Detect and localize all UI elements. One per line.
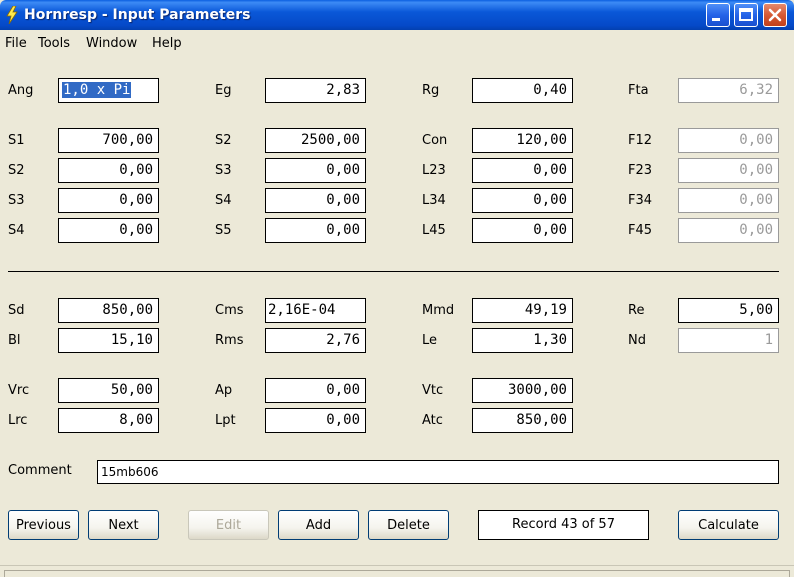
lightning-icon (6, 6, 18, 24)
ang-field[interactable]: 1,0 x Pi (58, 78, 159, 103)
label-s3-col2: S3 (215, 163, 232, 178)
atc-field[interactable]: 850,00 (472, 408, 573, 433)
calculate-button[interactable]: Calculate (678, 510, 779, 540)
minimize-icon (712, 18, 720, 21)
label-ang: Ang (8, 83, 34, 98)
label-le: Le (422, 333, 438, 348)
label-bl: Bl (8, 333, 21, 348)
s4-col2-field[interactable]: 0,00 (265, 188, 366, 213)
edit-button: Edit (188, 510, 269, 540)
rms-field[interactable]: 2,76 (265, 328, 366, 353)
label-s3: S3 (8, 193, 25, 208)
fta-field: 6,32 (678, 78, 779, 103)
menu-help[interactable]: Help (152, 36, 182, 51)
s3-field[interactable]: 0,00 (58, 188, 159, 213)
f34-field: 0,00 (678, 188, 779, 213)
label-vrc: Vrc (8, 383, 30, 398)
ang-value: 1,0 x Pi (62, 82, 132, 98)
menu-window[interactable]: Window (86, 36, 137, 51)
title-bar: Hornresp - Input Parameters (0, 0, 794, 30)
label-f34: F34 (628, 193, 653, 208)
le-field[interactable]: 1,30 (472, 328, 573, 353)
cms-field[interactable]: 2,16E-04 (265, 298, 366, 323)
label-s5: S5 (215, 223, 232, 238)
sd-field[interactable]: 850,00 (58, 298, 159, 323)
nd-field: 1 (678, 328, 779, 353)
label-l34: L34 (422, 193, 446, 208)
s3-col2-field[interactable]: 0,00 (265, 158, 366, 183)
s2-col2-field[interactable]: 2500,00 (265, 128, 366, 153)
status-bar-panel (4, 570, 790, 577)
rg-field[interactable]: 0,40 (472, 78, 573, 103)
label-rg: Rg (422, 83, 440, 98)
f45-field: 0,00 (678, 218, 779, 243)
label-f23: F23 (628, 163, 653, 178)
label-eg: Eg (215, 83, 232, 98)
label-comment: Comment (8, 463, 72, 478)
label-f45: F45 (628, 223, 653, 238)
label-rms: Rms (215, 333, 244, 348)
label-l45: L45 (422, 223, 446, 238)
vtc-field[interactable]: 3000,00 (472, 378, 573, 403)
lrc-field[interactable]: 8,00 (58, 408, 159, 433)
label-s4-col2: S4 (215, 193, 232, 208)
previous-button[interactable]: Previous (8, 510, 79, 540)
add-button[interactable]: Add (278, 510, 359, 540)
s5-field[interactable]: 0,00 (265, 218, 366, 243)
label-s4: S4 (8, 223, 25, 238)
s4-field[interactable]: 0,00 (58, 218, 159, 243)
label-cms: Cms (215, 303, 244, 318)
s1-field[interactable]: 700,00 (58, 128, 159, 153)
status-bar (0, 565, 794, 577)
maximize-icon (739, 8, 753, 21)
close-button[interactable] (763, 3, 787, 27)
f23-field: 0,00 (678, 158, 779, 183)
l45-field[interactable]: 0,00 (472, 218, 573, 243)
maximize-button[interactable] (734, 3, 758, 27)
label-lpt: Lpt (215, 413, 236, 428)
label-fta: Fta (628, 83, 649, 98)
label-re: Re (628, 303, 645, 318)
label-s2: S2 (8, 163, 25, 178)
next-button[interactable]: Next (88, 510, 159, 540)
ap-field[interactable]: 0,00 (265, 378, 366, 403)
menu-file[interactable]: File (5, 36, 27, 51)
label-atc: Atc (422, 413, 443, 428)
label-l23: L23 (422, 163, 446, 178)
f12-field: 0,00 (678, 128, 779, 153)
record-indicator: Record 43 of 57 (478, 510, 649, 540)
minimize-button[interactable] (706, 3, 730, 27)
label-ap: Ap (215, 383, 233, 398)
menu-tools[interactable]: Tools (38, 36, 70, 51)
eg-field[interactable]: 2,83 (265, 78, 366, 103)
window-title: Hornresp - Input Parameters (24, 7, 251, 23)
label-con: Con (422, 133, 448, 148)
label-s1: S1 (8, 133, 25, 148)
con-field[interactable]: 120,00 (472, 128, 573, 153)
re-field[interactable]: 5,00 (678, 298, 779, 323)
bl-field[interactable]: 15,10 (58, 328, 159, 353)
menu-bar: File Tools Window Help (0, 30, 794, 56)
comment-field[interactable]: 15mb606 (97, 460, 779, 484)
label-lrc: Lrc (8, 413, 28, 428)
s2-field[interactable]: 0,00 (58, 158, 159, 183)
label-mmd: Mmd (422, 303, 455, 318)
label-sd: Sd (8, 303, 25, 318)
label-vtc: Vtc (422, 383, 444, 398)
l34-field[interactable]: 0,00 (472, 188, 573, 213)
close-icon (768, 8, 782, 22)
separator-line (8, 271, 779, 272)
label-s2-col2: S2 (215, 133, 232, 148)
label-nd: Nd (628, 333, 646, 348)
delete-button[interactable]: Delete (368, 510, 449, 540)
vrc-field[interactable]: 50,00 (58, 378, 159, 403)
l23-field[interactable]: 0,00 (472, 158, 573, 183)
lpt-field[interactable]: 0,00 (265, 408, 366, 433)
label-f12: F12 (628, 133, 653, 148)
mmd-field[interactable]: 49,19 (472, 298, 573, 323)
